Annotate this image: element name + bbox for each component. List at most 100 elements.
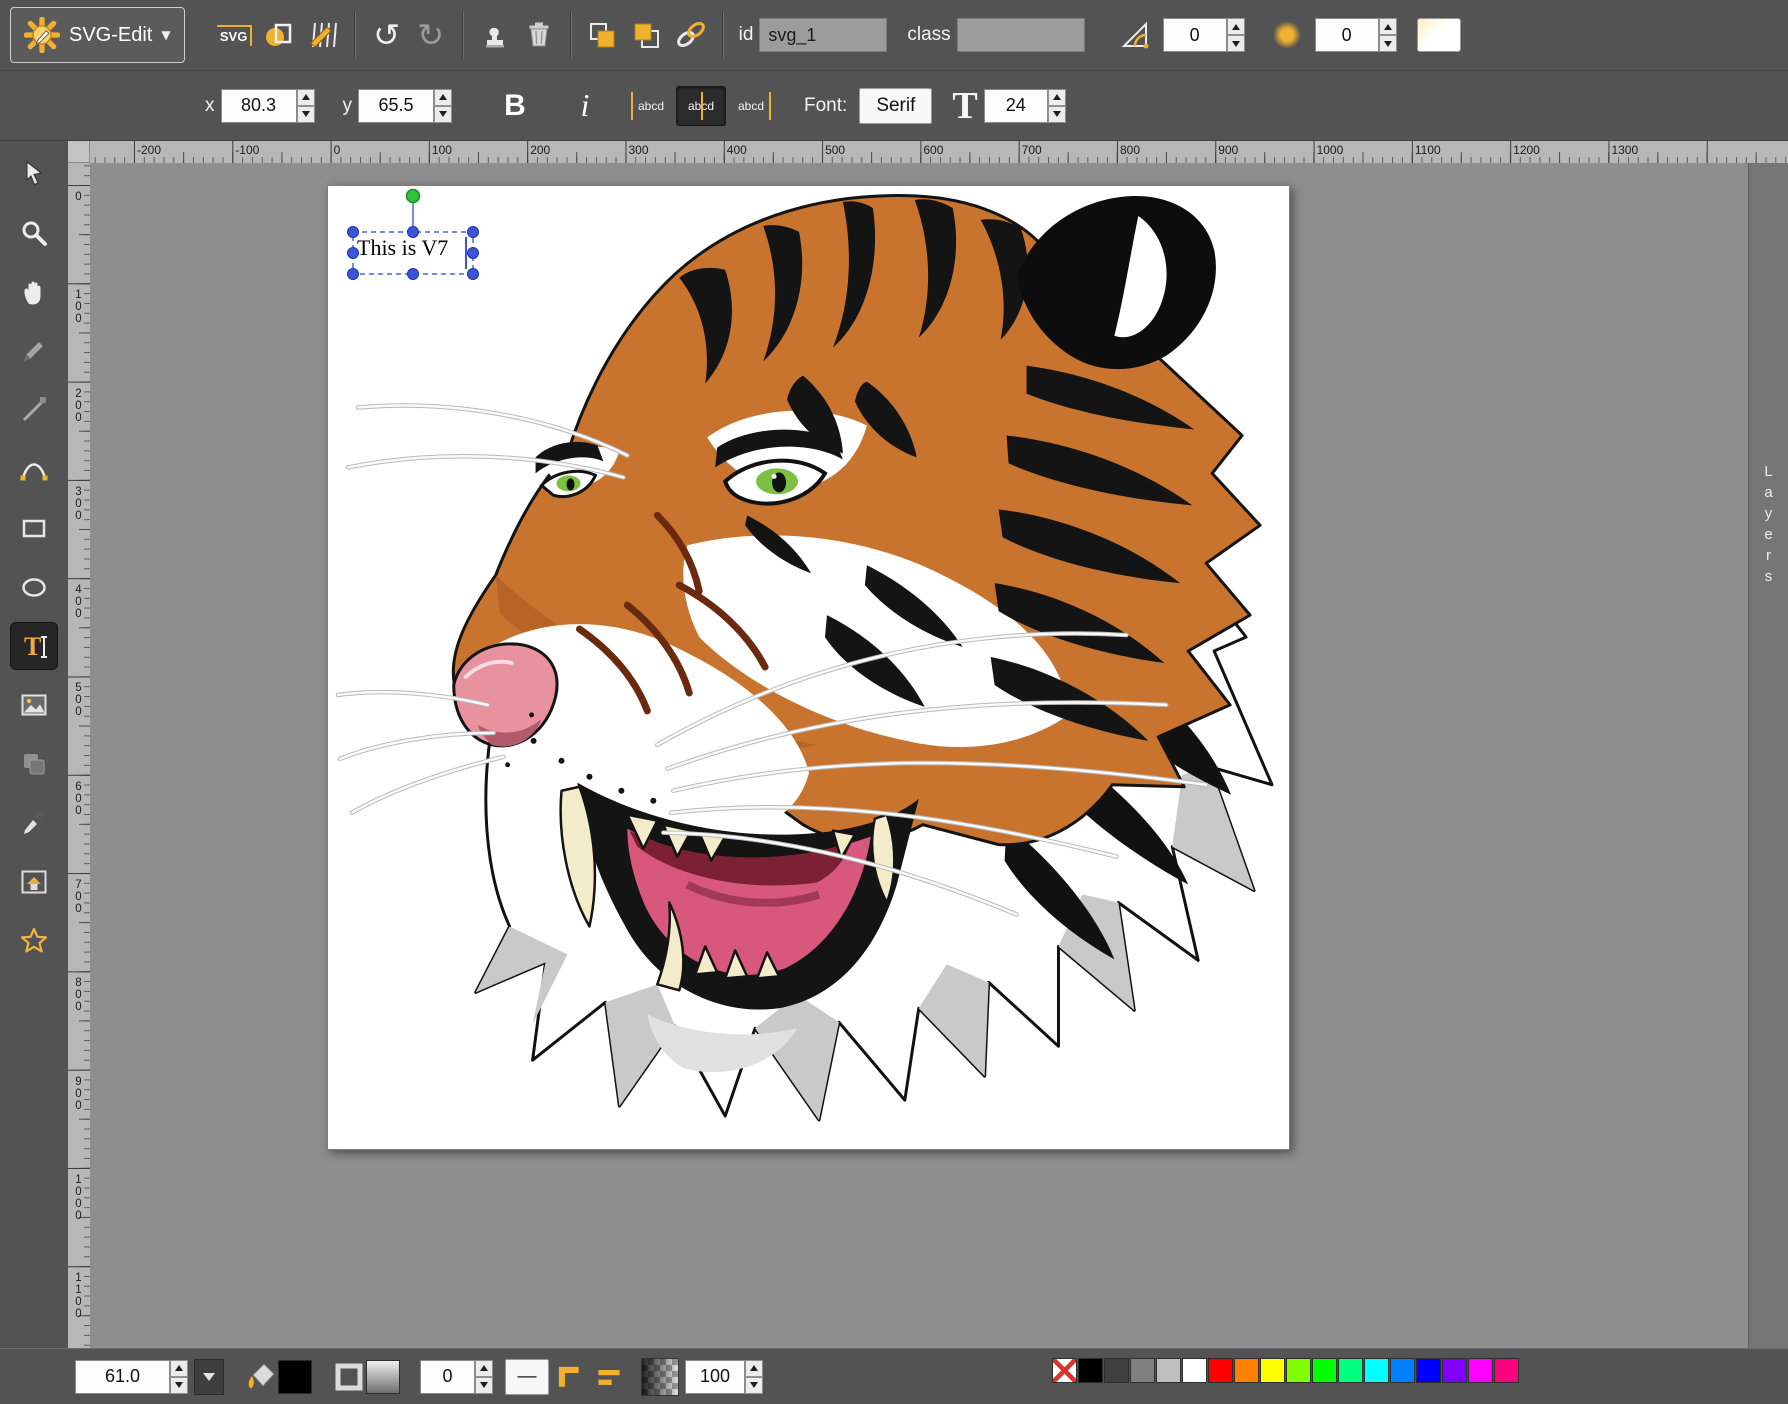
palette-swatch[interactable] [1286, 1358, 1311, 1383]
move-to-top-button[interactable] [625, 13, 669, 57]
tool-pencil[interactable] [10, 327, 58, 375]
palette-swatch[interactable] [1312, 1358, 1337, 1383]
palette-swatch[interactable] [1208, 1358, 1233, 1383]
font-size-spin-down[interactable] [1048, 106, 1066, 123]
tool-text[interactable]: T [10, 622, 58, 670]
tool-ellipse[interactable] [10, 563, 58, 611]
palette-swatch[interactable] [1442, 1358, 1467, 1383]
undo-button[interactable]: ↺ [365, 13, 409, 57]
opacity-spin-down[interactable] [745, 1377, 763, 1394]
stroke-width-spin-up[interactable] [475, 1360, 493, 1377]
star-icon [19, 926, 49, 956]
font-size-spin-up[interactable] [1048, 89, 1066, 106]
palette-swatch[interactable] [1234, 1358, 1259, 1383]
tool-image[interactable] [10, 681, 58, 729]
tool-line[interactable] [10, 386, 58, 434]
palette-swatch[interactable] [1104, 1358, 1129, 1383]
blur-spin-up[interactable] [1379, 18, 1397, 35]
y-input[interactable] [358, 89, 434, 123]
blur-input[interactable] [1315, 18, 1379, 52]
zoom-spin-up[interactable] [170, 1360, 188, 1377]
fill-color-swatch[interactable] [278, 1360, 312, 1394]
grid-snap-button[interactable] [301, 13, 345, 57]
move-to-bottom-button[interactable] [581, 13, 625, 57]
tool-rectangle[interactable] [10, 504, 58, 552]
tool-eyedropper[interactable] [10, 799, 58, 847]
zoom-input[interactable] [75, 1360, 170, 1394]
clone-stamp-button[interactable] [473, 13, 517, 57]
linejoin-button[interactable] [549, 1355, 589, 1399]
delete-button[interactable] [517, 13, 561, 57]
id-input[interactable] [759, 18, 887, 52]
font-family-button[interactable]: Serif [859, 88, 932, 124]
workspace[interactable]: This is V7 Layers [90, 163, 1788, 1348]
x-input[interactable] [221, 89, 297, 123]
bold-button[interactable]: B [494, 85, 536, 127]
text-anchor-start-button[interactable]: abcd [626, 86, 676, 126]
svg-canvas[interactable]: This is V7 [327, 185, 1290, 1150]
palette-swatch[interactable] [1156, 1358, 1181, 1383]
blur-spin-down[interactable] [1379, 35, 1397, 52]
palette-swatch[interactable] [1364, 1358, 1389, 1383]
redo-button[interactable]: ↻ [409, 13, 453, 57]
ruler-top-label: 1000 [1314, 141, 1412, 163]
ruler-top-label: 100 [429, 141, 527, 163]
class-input[interactable] [957, 18, 1085, 52]
anchor-sample-text: abcd [738, 99, 764, 113]
text-anchor-end-icon [769, 92, 771, 120]
stroke-dash-select[interactable]: — [505, 1359, 549, 1395]
tool-zoom[interactable] [10, 209, 58, 257]
zoom-spin-down[interactable] [170, 1377, 188, 1394]
main-menu-button[interactable]: SVG-Edit ▼ [10, 7, 185, 63]
ruler-left-label: 1000 [72, 1172, 90, 1270]
canvas-text-element[interactable]: This is V7 [357, 235, 448, 261]
select-icon [19, 159, 49, 189]
palette-swatch[interactable] [1130, 1358, 1155, 1383]
linecap-button[interactable] [589, 1355, 629, 1399]
ruler-left-label: 200 [72, 386, 90, 484]
x-spin-down[interactable] [297, 106, 315, 123]
selection-overlay: This is V7 [328, 186, 518, 286]
palette-swatch[interactable] [1052, 1358, 1077, 1383]
tool-clone[interactable] [10, 740, 58, 788]
stroke-width-input[interactable] [420, 1360, 475, 1394]
zoom-dropdown-button[interactable] [194, 1359, 224, 1395]
angle-input[interactable] [1163, 18, 1227, 52]
tool-library[interactable] [10, 858, 58, 906]
opacity-input[interactable] [685, 1360, 745, 1394]
document-properties-button[interactable] [257, 13, 301, 57]
palette-swatch[interactable] [1494, 1358, 1519, 1383]
palette-swatch[interactable] [1078, 1358, 1103, 1383]
layers-panel-tab[interactable]: Layers [1748, 163, 1788, 1348]
font-size-input[interactable] [984, 89, 1048, 123]
angle-button[interactable] [1113, 13, 1157, 57]
ruler-top-label: 700 [1019, 141, 1117, 163]
tool-star[interactable] [10, 917, 58, 965]
color-picker-swatch[interactable] [1417, 18, 1461, 52]
palette-swatch[interactable] [1338, 1358, 1363, 1383]
tool-select[interactable] [10, 150, 58, 198]
x-spin-up[interactable] [297, 89, 315, 106]
palette-swatch[interactable] [1416, 1358, 1441, 1383]
svg-source-button[interactable]: SVG [213, 13, 257, 57]
rotate-handle[interactable] [407, 190, 420, 203]
tool-pan[interactable] [10, 268, 58, 316]
blur-button[interactable] [1265, 13, 1309, 57]
angle-spin-down[interactable] [1227, 35, 1245, 52]
stroke-width-spin-down[interactable] [475, 1377, 493, 1394]
palette-swatch[interactable] [1182, 1358, 1207, 1383]
y-spin-down[interactable] [434, 106, 452, 123]
palette-swatch[interactable] [1390, 1358, 1415, 1383]
angle-spin-up[interactable] [1227, 18, 1245, 35]
text-anchor-middle-button[interactable]: abcd [676, 86, 726, 126]
tool-path[interactable] [10, 445, 58, 493]
text-anchor-end-button[interactable]: abcd [726, 86, 776, 126]
link-button[interactable] [669, 13, 713, 57]
opacity-spin-up[interactable] [745, 1360, 763, 1377]
palette-swatch[interactable] [1468, 1358, 1493, 1383]
y-spin-up[interactable] [434, 89, 452, 106]
opacity-icon [641, 1358, 679, 1396]
italic-button[interactable]: i [564, 85, 606, 127]
stroke-color-swatch[interactable] [366, 1360, 400, 1394]
palette-swatch[interactable] [1260, 1358, 1285, 1383]
